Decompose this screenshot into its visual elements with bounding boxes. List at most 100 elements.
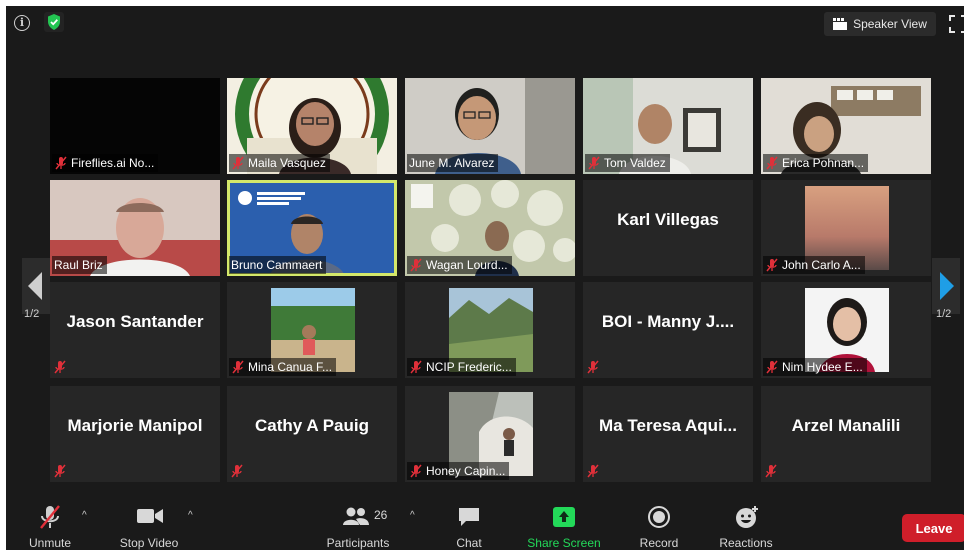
participants-button[interactable]: 26 Participants (320, 492, 396, 550)
audio-options-caret-icon[interactable]: ^ (82, 510, 87, 521)
participant-tile[interactable]: Marjorie Manipol (50, 386, 220, 482)
participant-name-label: Wagan Lourd... (407, 256, 512, 274)
muted-mic-icon (766, 258, 778, 272)
participant-name: Maila Vasquez (248, 156, 326, 170)
meeting-toolbar: Unmute ^ Stop Video ^ 26 Participants ^ (6, 492, 964, 550)
participant-name-label: Tom Valdez (585, 154, 670, 172)
fullscreen-icon[interactable] (948, 14, 964, 34)
participant-display-name: Ma Teresa Aqui... (599, 416, 737, 435)
page-indicator-left: 1/2 (24, 308, 40, 320)
stop-video-button[interactable]: Stop Video (114, 492, 184, 550)
participant-display-name: Jason Santander (66, 312, 204, 331)
muted-mic-icon (587, 360, 599, 374)
next-page-button[interactable] (932, 258, 960, 314)
participant-display-name: Arzel Manalili (791, 416, 901, 435)
participant-tile[interactable]: Ma Teresa Aqui... (583, 386, 753, 482)
participant-name: Tom Valdez (604, 156, 666, 170)
muted-mic-icon (765, 464, 777, 478)
participant-tile-active-speaker[interactable]: Bruno Cammaert (227, 180, 397, 276)
participant-tile[interactable]: Jason Santander (50, 282, 220, 378)
muted-mic-icon (410, 464, 422, 478)
participant-name-label: Honey Capin... (407, 462, 510, 480)
participant-name: John Carlo A... (782, 258, 861, 272)
chat-bubble-icon (459, 508, 479, 526)
reactions-button[interactable]: Reactions (710, 492, 782, 550)
speaker-view-label: Speaker View (853, 17, 927, 31)
top-bar: i Speaker View (6, 6, 964, 40)
participant-tile[interactable]: Fireflies.ai No... (50, 78, 220, 174)
chat-button[interactable]: Chat (442, 492, 496, 550)
participant-name-label: John Carlo A... (763, 256, 865, 274)
participant-tile[interactable]: Cathy A Pauig (227, 386, 397, 482)
share-screen-button[interactable]: Share Screen (524, 492, 604, 550)
muted-mic-icon (410, 258, 422, 272)
muted-mic-icon (54, 464, 66, 478)
page-indicator-right: 1/2 (936, 308, 952, 320)
record-icon (648, 506, 670, 528)
participant-name: Fireflies.ai No... (71, 156, 155, 170)
participant-name-label: Raul Briz (52, 256, 107, 274)
participants-options-caret-icon[interactable]: ^ (410, 510, 415, 521)
participant-display-name: Karl Villegas (617, 210, 719, 229)
info-icon[interactable]: i (14, 15, 30, 31)
participant-tile[interactable]: Raul Briz (50, 180, 220, 276)
zoom-meeting-window: i Speaker View Fireflies.ai No... Maila … (6, 6, 964, 550)
participant-name-label: Fireflies.ai No... (52, 154, 159, 172)
participant-tile[interactable]: BOI - Manny J.... (583, 282, 753, 378)
security-shield-icon[interactable] (44, 12, 64, 32)
muted-mic-icon (232, 156, 244, 170)
participant-tile[interactable]: Honey Capin... (405, 386, 575, 482)
participants-count: 26 (374, 508, 388, 522)
participant-tile[interactable]: Erica Pohnan... (761, 78, 931, 174)
arrow-left-icon (28, 272, 42, 300)
participant-name-label: Mina Canua F... (229, 358, 337, 376)
participant-name: Erica Pohnan... (782, 156, 865, 170)
participant-name-label: Erica Pohnan... (763, 154, 869, 172)
participants-icon (343, 507, 369, 525)
share-screen-icon (553, 507, 575, 527)
participant-tile[interactable]: Wagan Lourd... (405, 180, 575, 276)
unmute-label: Unmute (28, 536, 72, 550)
participant-tile[interactable]: Arzel Manalili (761, 386, 931, 482)
participant-name-label: Bruno Cammaert (229, 256, 327, 274)
arrow-right-icon (940, 272, 954, 300)
leave-meeting-button[interactable]: Leave (902, 514, 964, 542)
muted-mic-icon (766, 360, 778, 374)
muted-microphone-icon (40, 505, 60, 529)
record-button[interactable]: Record (632, 492, 686, 550)
participant-tile[interactable]: Maila Vasquez (227, 78, 397, 174)
muted-mic-icon (231, 464, 243, 478)
previous-page-button[interactable] (22, 258, 50, 314)
participant-display-name: BOI - Manny J.... (601, 312, 735, 331)
speaker-view-button[interactable]: Speaker View (824, 12, 936, 36)
muted-mic-icon (55, 156, 67, 170)
muted-mic-icon (410, 360, 422, 374)
participant-tile[interactable]: June M. Alvarez (405, 78, 575, 174)
reactions-label: Reactions (719, 536, 773, 550)
participant-name: Nim Hydee E... (782, 360, 863, 374)
speaker-view-icon (833, 18, 848, 30)
participant-tile[interactable]: John Carlo A... (761, 180, 931, 276)
unmute-button[interactable]: Unmute (18, 492, 82, 550)
participant-tile[interactable]: Tom Valdez (583, 78, 753, 174)
stop-video-label: Stop Video (119, 536, 179, 550)
participant-name: June M. Alvarez (409, 156, 495, 170)
participant-name-label: Nim Hydee E... (763, 358, 867, 376)
participant-name-label: Maila Vasquez (229, 154, 330, 172)
participant-tile[interactable]: Nim Hydee E... (761, 282, 931, 378)
participant-name: NCIP Frederic... (426, 360, 512, 374)
muted-mic-icon (232, 360, 244, 374)
muted-mic-icon (588, 156, 600, 170)
record-label: Record (639, 536, 679, 550)
participant-display-name: Marjorie Manipol (67, 416, 203, 435)
participant-name-label: June M. Alvarez (407, 154, 499, 172)
chat-label: Chat (456, 536, 482, 550)
participant-tile[interactable]: NCIP Frederic... (405, 282, 575, 378)
muted-mic-icon (54, 360, 66, 374)
participant-tile[interactable]: Karl Villegas (583, 180, 753, 276)
participant-name-label: NCIP Frederic... (407, 358, 516, 376)
participant-tile[interactable]: Mina Canua F... (227, 282, 397, 378)
muted-mic-icon (587, 464, 599, 478)
video-options-caret-icon[interactable]: ^ (188, 510, 193, 521)
participants-label: Participants (326, 536, 390, 550)
